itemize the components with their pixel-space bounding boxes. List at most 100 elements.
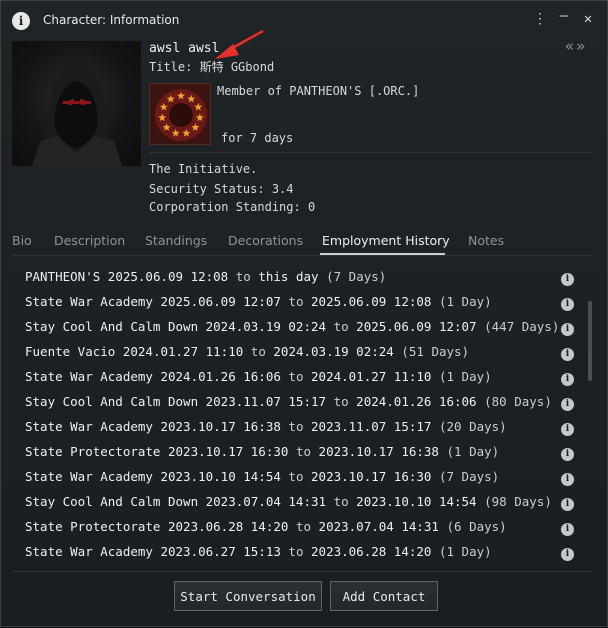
- tab-employment-history[interactable]: Employment History: [322, 233, 450, 248]
- tab-bar: Bio Description Standings Decorations Em…: [1, 229, 607, 255]
- duration: (80 Days): [484, 394, 552, 409]
- membership-duration: for 7 days: [221, 131, 294, 145]
- list-item[interactable]: Stay Cool And Calm Down 2023.11.07 15:17…: [25, 394, 552, 416]
- membership-text[interactable]: Member of PANTHEON'S [.ORC.]: [217, 84, 419, 98]
- info-icon[interactable]: i: [561, 298, 574, 311]
- character-portrait[interactable]: [12, 41, 141, 166]
- duration: (20 Days): [438, 419, 507, 434]
- info-icon[interactable]: i: [561, 398, 574, 411]
- tab-notes[interactable]: Notes: [468, 233, 504, 248]
- separator-text: to: [288, 544, 304, 559]
- info-icon[interactable]: i: [561, 348, 574, 361]
- start-date: 2025.06.09 12:08: [107, 269, 229, 284]
- duration: (6 Days): [446, 519, 507, 534]
- list-item[interactable]: Stay Cool And Calm Down 2024.03.19 02:24…: [25, 319, 559, 341]
- separator-text: to: [288, 294, 304, 309]
- corporation-name[interactable]: State War Academy: [25, 369, 153, 384]
- corporation-name[interactable]: Stay Cool And Calm Down: [25, 319, 198, 334]
- end-date: 2024.03.19 02:24: [273, 344, 394, 359]
- employment-history-list[interactable]: PANTHEON'S 2025.06.09 12:08 to this day …: [12, 263, 588, 561]
- corporation-name[interactable]: Stay Cool And Calm Down: [25, 494, 198, 509]
- end-date: 2025.06.09 12:08: [311, 294, 432, 309]
- list-item[interactable]: State War Academy 2023.06.27 15:13 to 20…: [25, 544, 492, 561]
- end-date: 2023.07.04 14:31: [318, 519, 439, 534]
- list-item[interactable]: State Protectorate 2023.06.28 14:20 to 2…: [25, 519, 507, 541]
- tab-description[interactable]: Description: [54, 233, 125, 248]
- list-item[interactable]: PANTHEON'S 2025.06.09 12:08 to this day …: [25, 269, 386, 291]
- start-date: 2023.06.27 15:13: [160, 544, 281, 559]
- corporation-name[interactable]: PANTHEON'S: [25, 269, 100, 284]
- divider: [12, 571, 593, 572]
- corporation-standing: Corporation Standing: 0: [149, 200, 316, 214]
- list-item[interactable]: State War Academy 2023.10.10 14:54 to 20…: [25, 469, 499, 491]
- alliance-name[interactable]: The Initiative.: [149, 162, 257, 176]
- separator-text: to: [235, 269, 251, 284]
- list-item[interactable]: Stay Cool And Calm Down 2023.07.04 14:31…: [25, 494, 552, 516]
- list-item[interactable]: Fuente Vacio 2024.01.27 11:10 to 2024.03…: [25, 344, 469, 366]
- info-icon[interactable]: i: [561, 548, 574, 561]
- character-info-window: i Character: Information ⋮ – ✕ «» awsl a…: [0, 0, 608, 627]
- info-icon[interactable]: i: [561, 448, 574, 461]
- window-title: Character: Information: [43, 13, 180, 27]
- info-icon[interactable]: i: [561, 523, 574, 536]
- scrollbar[interactable]: [588, 301, 592, 381]
- tab-standings[interactable]: Standings: [145, 233, 207, 248]
- info-icon: i: [12, 12, 30, 30]
- info-icon[interactable]: i: [561, 473, 574, 486]
- divider: [149, 152, 593, 153]
- duration: (7 Days): [438, 469, 500, 484]
- start-date: 2023.10.17 16:38: [160, 419, 281, 434]
- corporation-name[interactable]: State War Academy: [25, 544, 153, 559]
- forward-icon[interactable]: »: [576, 37, 587, 55]
- info-icon[interactable]: i: [561, 423, 574, 436]
- start-date: 2024.01.27 11:10: [122, 344, 244, 359]
- title-value: 斯特 GGbond: [199, 60, 275, 74]
- end-date: 2024.01.26 16:06: [356, 394, 477, 409]
- corporation-name[interactable]: State Protectorate: [25, 444, 160, 459]
- list-item[interactable]: State Protectorate 2023.10.17 16:30 to 2…: [25, 444, 499, 466]
- character-name[interactable]: awsl awsl: [149, 41, 219, 56]
- back-icon[interactable]: «: [565, 37, 576, 55]
- duration: (1 Day): [438, 294, 492, 309]
- duration: (1 Day): [438, 369, 492, 384]
- end-date: this day: [258, 269, 319, 284]
- separator-text: to: [295, 519, 312, 534]
- corporation-logo[interactable]: [149, 83, 211, 145]
- start-date: 2024.01.26 16:06: [160, 369, 281, 384]
- list-item[interactable]: State War Academy 2025.06.09 12:07 to 20…: [25, 294, 492, 316]
- tab-decorations[interactable]: Decorations: [228, 233, 303, 248]
- security-status: Security Status: 3.4: [149, 182, 294, 196]
- list-item[interactable]: State War Academy 2024.01.26 16:06 to 20…: [25, 369, 492, 391]
- start-date: 2025.06.09 12:07: [160, 294, 281, 309]
- corporation-name[interactable]: State War Academy: [25, 469, 153, 484]
- separator-text: to: [250, 344, 266, 359]
- history-nav: «»: [565, 37, 587, 55]
- start-date: 2023.06.28 14:20: [168, 519, 289, 534]
- separator-text: to: [333, 494, 349, 509]
- corporation-name[interactable]: Stay Cool And Calm Down: [25, 394, 198, 409]
- info-icon[interactable]: i: [561, 373, 574, 386]
- start-date: 2023.10.17 16:30: [168, 444, 289, 459]
- duration: (447 Days): [484, 319, 560, 334]
- add-contact-button[interactable]: Add Contact: [330, 581, 438, 611]
- title-bar[interactable]: i Character: Information ⋮ – ✕: [1, 1, 607, 39]
- end-date: 2023.10.17 16:38: [318, 444, 439, 459]
- minimize-icon[interactable]: –: [555, 8, 573, 24]
- info-icon[interactable]: i: [561, 323, 574, 336]
- list-item[interactable]: State War Academy 2023.10.17 16:38 to 20…: [25, 419, 507, 441]
- start-conversation-button[interactable]: Start Conversation: [174, 581, 322, 611]
- end-date: 2024.01.27 11:10: [311, 369, 432, 384]
- close-icon[interactable]: ✕: [579, 11, 597, 27]
- duration: (1 Day): [438, 544, 492, 559]
- start-date: 2023.07.04 14:31: [205, 494, 327, 509]
- kebab-menu-icon[interactable]: ⋮: [531, 11, 549, 27]
- start-date: 2023.11.07 15:17: [205, 394, 327, 409]
- end-date: 2023.10.17 16:30: [311, 469, 432, 484]
- corporation-name[interactable]: State War Academy: [25, 294, 153, 309]
- corporation-name[interactable]: State War Academy: [25, 419, 153, 434]
- tab-bio[interactable]: Bio: [12, 233, 32, 248]
- corporation-name[interactable]: State Protectorate: [25, 519, 160, 534]
- info-icon[interactable]: i: [561, 498, 574, 511]
- info-icon[interactable]: i: [561, 273, 574, 286]
- corporation-name[interactable]: Fuente Vacio: [25, 344, 115, 359]
